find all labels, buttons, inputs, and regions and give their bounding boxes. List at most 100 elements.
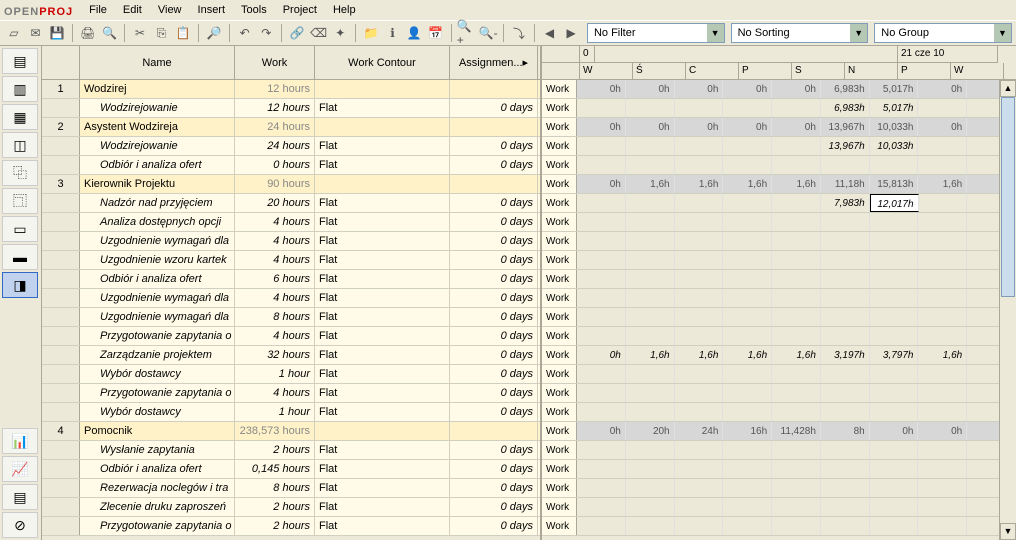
value-cell[interactable] — [821, 517, 870, 535]
value-cell[interactable] — [821, 403, 870, 421]
menu-help[interactable]: Help — [325, 2, 364, 18]
value-cell[interactable]: 0h — [675, 80, 724, 98]
value-cell[interactable] — [870, 232, 919, 250]
value-cell[interactable]: 1,6h — [675, 346, 724, 364]
value-cell[interactable] — [918, 460, 967, 478]
work-cell[interactable]: 2 hours — [235, 441, 315, 459]
assign-cell[interactable]: 0 days — [450, 441, 538, 459]
contour-cell[interactable]: Flat — [315, 460, 450, 478]
table-row[interactable]: Wybór dostawcy1 hourFlat0 days — [42, 403, 540, 422]
work-cell[interactable]: 4 hours — [235, 213, 315, 231]
contour-cell[interactable] — [315, 80, 450, 98]
timephased-row[interactable]: Work — [542, 251, 1016, 270]
preview-icon[interactable]: 🔍 — [100, 23, 120, 43]
value-cell[interactable] — [723, 403, 772, 421]
value-cell[interactable] — [870, 460, 919, 478]
value-cell[interactable] — [723, 156, 772, 174]
table-row[interactable]: Wodzirejowanie24 hoursFlat0 days — [42, 137, 540, 156]
assign-cell[interactable]: 0 days — [450, 194, 538, 212]
table-row[interactable]: Analiza dostępnych opcji4 hoursFlat0 day… — [42, 213, 540, 232]
assign-cell[interactable]: 0 days — [450, 517, 538, 535]
value-cell[interactable] — [626, 308, 675, 326]
new-icon[interactable]: ▱ — [4, 23, 24, 43]
value-cell[interactable] — [918, 403, 967, 421]
value-cell[interactable] — [675, 498, 724, 516]
row-number[interactable] — [42, 346, 80, 364]
cut-icon[interactable]: ✂ — [130, 23, 150, 43]
value-cell[interactable]: 10,033h — [870, 118, 919, 136]
value-cell[interactable] — [918, 365, 967, 383]
value-cell[interactable] — [772, 213, 821, 231]
table-row[interactable]: 1Wodzirej12 hours — [42, 80, 540, 99]
value-cell[interactable] — [626, 517, 675, 535]
chevron-down-icon[interactable]: ▼ — [850, 24, 867, 42]
timephased-row[interactable]: Work — [542, 156, 1016, 175]
assign-cell[interactable]: 0 days — [450, 232, 538, 250]
gantt-view-button[interactable]: ▤ — [2, 48, 38, 74]
value-cell[interactable]: 0h — [918, 80, 967, 98]
value-cell[interactable] — [821, 270, 870, 288]
value-cell[interactable] — [577, 270, 626, 288]
value-cell[interactable] — [772, 156, 821, 174]
contour-cell[interactable]: Flat — [315, 232, 450, 250]
value-cell[interactable] — [772, 137, 821, 155]
timephased-row[interactable]: Work6,983h5,017h — [542, 99, 1016, 118]
name-cell[interactable]: Asystent Wodzireja — [80, 118, 235, 136]
value-cell[interactable] — [723, 137, 772, 155]
network-view-button[interactable]: ▦ — [2, 104, 38, 130]
timephased-row[interactable]: Work0h1,6h1,6h1,6h1,6h3,197h3,797h1,6h — [542, 346, 1016, 365]
contour-cell[interactable] — [315, 422, 450, 440]
value-cell[interactable]: 0h — [723, 118, 772, 136]
work-cell[interactable]: 1 hour — [235, 365, 315, 383]
assign-header[interactable]: Assignmen...▸ — [450, 46, 538, 79]
name-cell[interactable]: Nadzór nad przyjęciem — [80, 194, 235, 212]
value-cell[interactable] — [821, 232, 870, 250]
value-cell[interactable] — [626, 441, 675, 459]
value-cell[interactable]: 1,6h — [772, 346, 821, 364]
value-cell[interactable] — [626, 213, 675, 231]
work-cell[interactable]: 8 hours — [235, 308, 315, 326]
contour-cell[interactable]: Flat — [315, 308, 450, 326]
table-row[interactable]: Wodzirejowanie12 hoursFlat0 days — [42, 99, 540, 118]
value-cell[interactable] — [772, 460, 821, 478]
timephased-row[interactable]: Work0h0h0h0h0h6,983h5,017h0h0h — [542, 80, 1016, 99]
value-cell[interactable] — [870, 327, 919, 345]
value-cell[interactable] — [626, 479, 675, 497]
chevron-down-icon[interactable]: ▼ — [707, 24, 724, 42]
row-number[interactable] — [42, 251, 80, 269]
scroll-up-icon[interactable]: ▲ — [1000, 80, 1016, 97]
value-cell[interactable] — [870, 517, 919, 535]
value-cell[interactable] — [626, 232, 675, 250]
value-cell[interactable]: 0h — [870, 422, 919, 440]
value-cell[interactable] — [772, 270, 821, 288]
work-cell[interactable]: 2 hours — [235, 498, 315, 516]
timephased-row[interactable]: Work — [542, 441, 1016, 460]
name-cell[interactable]: Wodzirejowanie — [80, 99, 235, 117]
zoomin-icon[interactable]: 🔍+ — [457, 23, 477, 43]
value-cell[interactable]: 0h — [577, 346, 626, 364]
value-cell[interactable]: 0h — [577, 118, 626, 136]
work-cell[interactable]: 12 hours — [235, 80, 315, 98]
value-cell[interactable]: 0h — [626, 80, 675, 98]
name-cell[interactable]: Pomocnik — [80, 422, 235, 440]
copy-icon[interactable]: ⎘ — [152, 23, 172, 43]
value-cell[interactable]: 13,967h — [821, 118, 870, 136]
info-icon[interactable]: ℹ — [383, 23, 403, 43]
assign-cell[interactable] — [450, 118, 538, 136]
name-cell[interactable]: Uzgodnienie wymagań dla — [80, 308, 235, 326]
value-cell[interactable]: 6,983h — [821, 80, 870, 98]
value-cell[interactable] — [870, 156, 919, 174]
value-cell[interactable]: 0h — [577, 175, 626, 193]
assign-cell[interactable]: 0 days — [450, 384, 538, 402]
value-cell[interactable]: 0h — [577, 422, 626, 440]
value-cell[interactable] — [675, 289, 724, 307]
chevron-down-icon[interactable]: ▼ — [994, 24, 1011, 42]
value-cell[interactable]: 20h — [626, 422, 675, 440]
value-cell[interactable] — [821, 498, 870, 516]
contour-cell[interactable]: Flat — [315, 517, 450, 535]
value-cell[interactable] — [870, 479, 919, 497]
value-cell[interactable]: 3,797h — [870, 346, 919, 364]
row-number[interactable] — [42, 270, 80, 288]
contour-cell[interactable]: Flat — [315, 194, 450, 212]
paste-icon[interactable]: 📋 — [174, 23, 194, 43]
